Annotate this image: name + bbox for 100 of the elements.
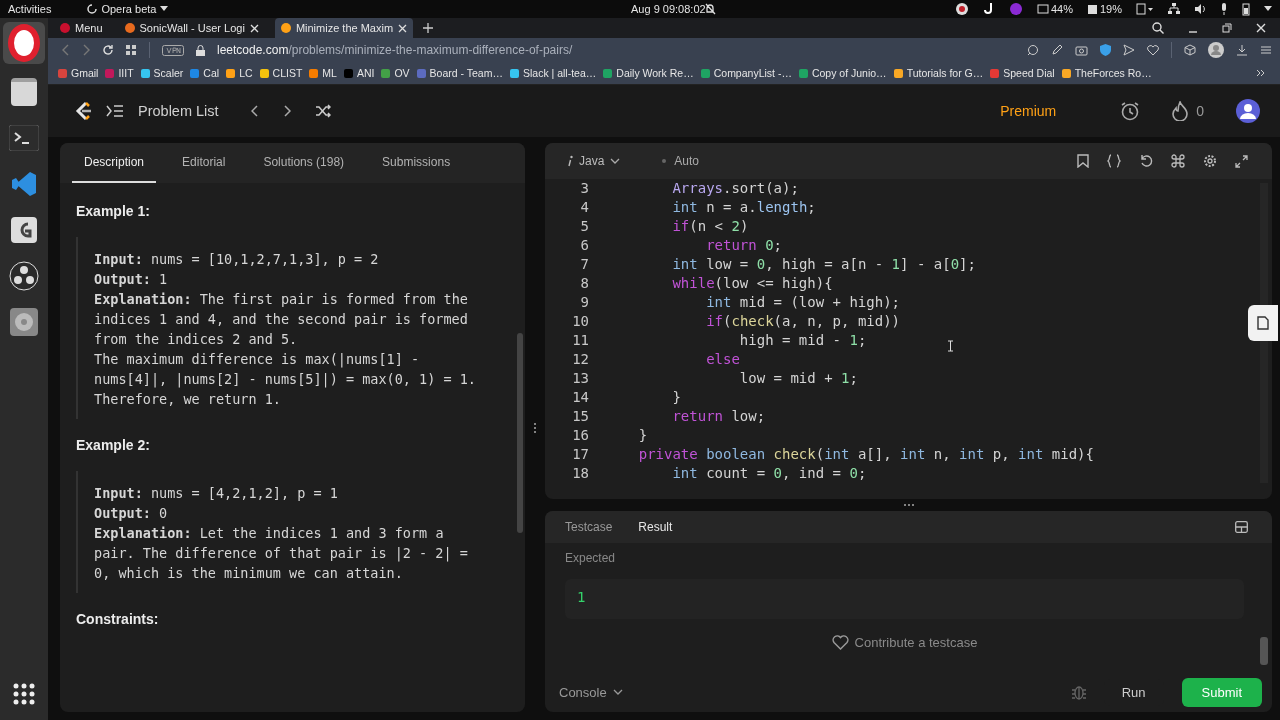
bookmark[interactable]: Speed Dial bbox=[990, 67, 1055, 79]
microphone-icon[interactable] bbox=[1220, 3, 1228, 15]
bug-icon[interactable] bbox=[1071, 684, 1086, 700]
layout-icon[interactable] bbox=[1235, 521, 1248, 533]
browser-tab[interactable]: Minimize the Maxim bbox=[274, 18, 414, 38]
bookmark[interactable]: Daily Work Re… bbox=[603, 67, 694, 79]
status-dot-icon bbox=[662, 159, 667, 163]
clipboard-icon[interactable] bbox=[1136, 3, 1154, 15]
avatar-icon[interactable] bbox=[1236, 99, 1260, 123]
cube-icon[interactable] bbox=[1184, 44, 1196, 56]
code-line: return low; bbox=[671, 407, 766, 426]
hook-icon[interactable] bbox=[982, 2, 995, 16]
previous-icon[interactable] bbox=[250, 105, 259, 117]
result-tab[interactable]: Testcase bbox=[555, 520, 623, 534]
shuffle-icon[interactable] bbox=[314, 104, 331, 118]
language-selector[interactable]: Java bbox=[567, 154, 621, 168]
result-tab[interactable]: Result bbox=[628, 520, 683, 534]
search-icon[interactable] bbox=[1152, 22, 1164, 34]
new-tab-icon[interactable] bbox=[423, 23, 434, 33]
bookmark[interactable]: CLIST bbox=[259, 67, 303, 79]
description-tab[interactable]: Submissions bbox=[370, 143, 463, 183]
command-icon[interactable] bbox=[1171, 154, 1185, 168]
alarm-clock-icon[interactable] bbox=[1120, 101, 1141, 121]
activities-button[interactable]: Activities bbox=[8, 3, 52, 15]
contribute-testcase-link[interactable]: Contribute a testcase bbox=[814, 635, 995, 650]
description-tab[interactable]: Description bbox=[72, 143, 157, 183]
opera-browser-icon[interactable] bbox=[3, 22, 45, 64]
dropdown-caret-icon[interactable] bbox=[1264, 6, 1272, 12]
reset-icon[interactable] bbox=[1139, 154, 1153, 168]
next-icon[interactable] bbox=[282, 105, 291, 117]
close-icon[interactable] bbox=[249, 23, 259, 33]
vpn-badge-icon[interactable] bbox=[162, 44, 184, 56]
record-icon[interactable] bbox=[954, 2, 969, 16]
cpu-indicator[interactable]: 44% bbox=[1036, 3, 1073, 15]
code-line: if(check(a, n, p, mid)) bbox=[705, 312, 901, 331]
braces-icon[interactable] bbox=[1107, 154, 1121, 168]
premium-link[interactable]: Premium bbox=[1000, 103, 1057, 119]
example-text: Output: 1 bbox=[94, 270, 169, 289]
notes-icon[interactable] bbox=[1248, 305, 1278, 341]
reload-icon[interactable] bbox=[102, 44, 114, 56]
app-menu[interactable]: Opera beta bbox=[87, 3, 169, 15]
bookmark[interactable]: ANI bbox=[343, 67, 375, 79]
restore-icon[interactable] bbox=[1222, 23, 1232, 33]
expand-icon[interactable] bbox=[1235, 154, 1248, 168]
send-icon[interactable] bbox=[1123, 44, 1135, 56]
browser-tab[interactable]: Menu bbox=[54, 18, 109, 38]
bookmark[interactable]: TheForces Ro… bbox=[1061, 67, 1152, 79]
bookmark[interactable]: Copy of Junio… bbox=[798, 67, 887, 79]
heart-icon[interactable] bbox=[1147, 44, 1159, 56]
grid-icon[interactable] bbox=[126, 44, 137, 56]
camera-icon[interactable] bbox=[1075, 44, 1088, 56]
bookmark[interactable]: Slack | all-tea… bbox=[509, 67, 597, 79]
more-chevron-icon[interactable] bbox=[1256, 69, 1266, 77]
bookmark-icon[interactable] bbox=[1077, 154, 1089, 168]
download-icon[interactable] bbox=[1236, 44, 1248, 56]
description-tab[interactable]: Editorial bbox=[170, 143, 238, 183]
pencil-icon[interactable] bbox=[1051, 44, 1063, 56]
list-icon[interactable] bbox=[106, 104, 124, 118]
bookmark[interactable]: ML bbox=[309, 67, 337, 79]
description-tab[interactable]: Solutions (198) bbox=[251, 143, 357, 183]
line-number: 11 bbox=[571, 331, 589, 350]
bookmark[interactable]: OV bbox=[381, 67, 410, 79]
app-tray-icon[interactable] bbox=[1008, 2, 1023, 16]
sliders-icon[interactable] bbox=[1260, 44, 1272, 56]
recorder-icon[interactable] bbox=[6, 258, 42, 294]
info-icon bbox=[567, 155, 573, 167]
settings-icon[interactable] bbox=[1203, 154, 1217, 168]
bookmark[interactable]: CompanyList -… bbox=[700, 67, 792, 79]
profile-icon[interactable] bbox=[1208, 42, 1224, 58]
streak-counter[interactable]: 0 bbox=[1172, 101, 1204, 121]
scrollbar[interactable] bbox=[517, 333, 523, 533]
shield-icon[interactable] bbox=[1100, 44, 1111, 56]
bookmark[interactable]: Board - Team… bbox=[416, 67, 503, 79]
address-field[interactable]: leetcode.com/problems/minimize-the-maximum-difference-of-pairs/ bbox=[217, 43, 573, 57]
autosave-mode[interactable]: Auto bbox=[662, 154, 700, 168]
bookmark[interactable]: IIIT bbox=[105, 67, 134, 79]
bookmark[interactable]: Cal bbox=[190, 67, 220, 79]
volume-icon[interactable] bbox=[1194, 3, 1206, 15]
lock-icon[interactable] bbox=[196, 44, 205, 56]
bookmark[interactable]: Scaler bbox=[140, 67, 184, 79]
code-line: if(n < 2) bbox=[671, 217, 749, 236]
example-text: Therefore, we return 1. bbox=[94, 390, 282, 409]
console-toggle[interactable]: Console bbox=[559, 684, 623, 700]
zoom-icon[interactable] bbox=[1027, 44, 1039, 56]
bookmark[interactable]: LC bbox=[226, 67, 253, 79]
clock[interactable]: Aug 9 09:08:02 bbox=[631, 3, 706, 15]
close-icon[interactable] bbox=[1256, 23, 1266, 33]
browser-tab[interactable]: SonicWall - User Logi bbox=[118, 18, 265, 38]
scrollbar[interactable] bbox=[1260, 637, 1268, 665]
line-number: 14 bbox=[571, 388, 589, 407]
example-text: from the indices 2 and 5. bbox=[94, 330, 299, 349]
bookmark[interactable]: Gmail bbox=[58, 67, 99, 79]
close-icon[interactable] bbox=[398, 23, 408, 33]
problem-list-link[interactable]: Problem List bbox=[138, 103, 219, 119]
code-line: int count = 0, ind = 0; bbox=[671, 464, 867, 483]
network-icon[interactable] bbox=[1168, 3, 1180, 15]
leetcode-logo-icon[interactable] bbox=[74, 101, 92, 121]
battery-icon[interactable] bbox=[1242, 2, 1250, 16]
bookmark[interactable]: Tutorials for G… bbox=[893, 67, 984, 79]
memory-indicator[interactable]: 19% bbox=[1086, 3, 1122, 15]
